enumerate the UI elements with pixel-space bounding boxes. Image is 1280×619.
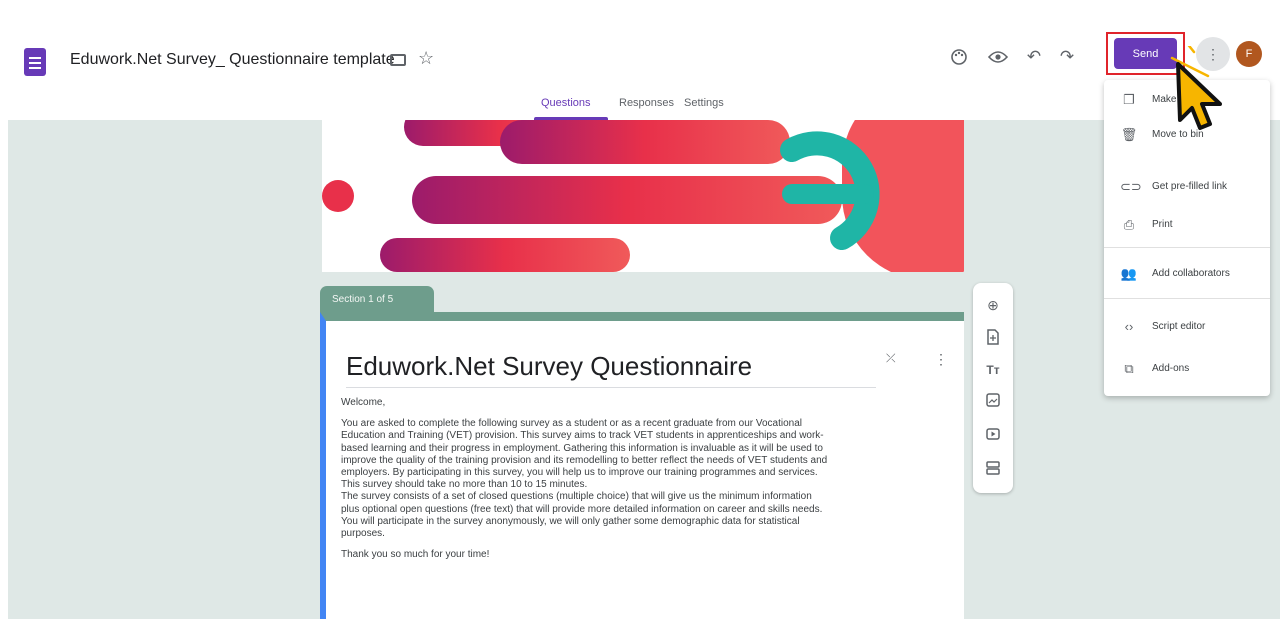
add-question-icon[interactable]: ⊕ — [984, 296, 1002, 314]
description-line: The survey consists of a set of closed q… — [341, 491, 812, 503]
title-underline — [346, 387, 876, 388]
menu-item-add-ons[interactable]: ⧉ Add-ons — [1104, 355, 1270, 383]
section-menu-icon[interactable]: ⋮ — [934, 351, 948, 368]
preview-eye-icon[interactable] — [986, 45, 1010, 69]
redo-icon[interactable]: ↷ — [1055, 45, 1079, 69]
trash-icon: 🗑 — [1120, 127, 1138, 142]
description-line: plus optional open questions (free text)… — [341, 503, 823, 515]
undo-icon[interactable]: ↶ — [1022, 45, 1046, 69]
collapse-section-icon[interactable]: ⤫ — [886, 351, 896, 366]
menu-item-label: Print — [1152, 219, 1173, 230]
section-label: Section 1 of 5 — [320, 286, 434, 313]
add-video-icon[interactable] — [984, 427, 1002, 445]
menu-item-print[interactable]: ⎙ Print — [1104, 211, 1270, 239]
menu-divider — [1104, 247, 1270, 248]
form-tabs: Questions Responses Settings — [0, 94, 1280, 120]
description-line: Welcome, — [341, 397, 386, 408]
tab-questions[interactable]: Questions — [541, 97, 591, 109]
forms-logo-icon[interactable] — [24, 48, 46, 76]
form-header-image — [322, 120, 964, 272]
floating-toolbar: ⊕ Tт — [973, 283, 1013, 493]
star-icon[interactable]: ☆ — [418, 48, 434, 68]
menu-item-label: Add collaborators — [1152, 268, 1230, 279]
import-questions-icon[interactable] — [984, 329, 1002, 347]
add-section-icon[interactable] — [984, 461, 1002, 479]
description-line: improve the quality of the training prov… — [341, 454, 828, 466]
add-people-icon: 👥 — [1120, 266, 1138, 281]
form-title[interactable]: Eduwork.Net Survey Questionnaire — [346, 351, 752, 382]
menu-item-label: Add-ons — [1152, 363, 1190, 374]
form-title-card[interactable]: Eduwork.Net Survey Questionnaire ⤫ ⋮ Wel… — [320, 312, 964, 619]
description-line: You are asked to complete the following … — [341, 418, 803, 430]
description-line: Thank you so much for your time! — [341, 549, 490, 561]
description-line: You will participate in the survey anony… — [341, 515, 800, 527]
tab-settings[interactable]: Settings — [684, 97, 724, 109]
copy-icon: ❐ — [1123, 92, 1135, 107]
description-line: based learning and their progress in emp… — [341, 442, 823, 454]
document-title[interactable]: Eduwork.Net Survey_ Questionnaire templa… — [70, 51, 395, 69]
folder-icon[interactable] — [390, 54, 406, 66]
menu-divider — [1104, 298, 1270, 299]
add-title-icon[interactable]: Tт — [984, 361, 1002, 379]
description-line: purposes. — [341, 528, 385, 540]
description-line: employers. By participating in this surv… — [341, 467, 818, 479]
menu-item-add-collaborators[interactable]: 👥 Add collaborators — [1104, 260, 1270, 288]
pointer-cursor-icon — [1126, 30, 1248, 146]
add-image-icon[interactable] — [984, 393, 1002, 411]
menu-item-prefilled-link[interactable]: ⊂⊃ Get pre-filled link — [1104, 173, 1270, 201]
link-icon: ⊂⊃ — [1120, 179, 1142, 194]
menu-item-script-editor[interactable]: ‹› Script editor — [1104, 313, 1270, 341]
form-description[interactable]: Welcome, You are asked to complete the f… — [341, 397, 941, 561]
menu-item-label: Get pre-filled link — [1152, 181, 1228, 192]
printer-icon: ⎙ — [1123, 217, 1135, 232]
description-line: This survey should take no more than 10 … — [341, 479, 588, 491]
menu-item-label: Script editor — [1152, 321, 1206, 332]
code-icon: ‹› — [1124, 319, 1134, 334]
puzzle-icon: ⧉ — [1124, 361, 1134, 376]
palette-icon[interactable] — [947, 45, 971, 69]
tab-responses[interactable]: Responses — [619, 97, 674, 109]
description-line: Education and Training (VET) provision. … — [341, 430, 824, 442]
